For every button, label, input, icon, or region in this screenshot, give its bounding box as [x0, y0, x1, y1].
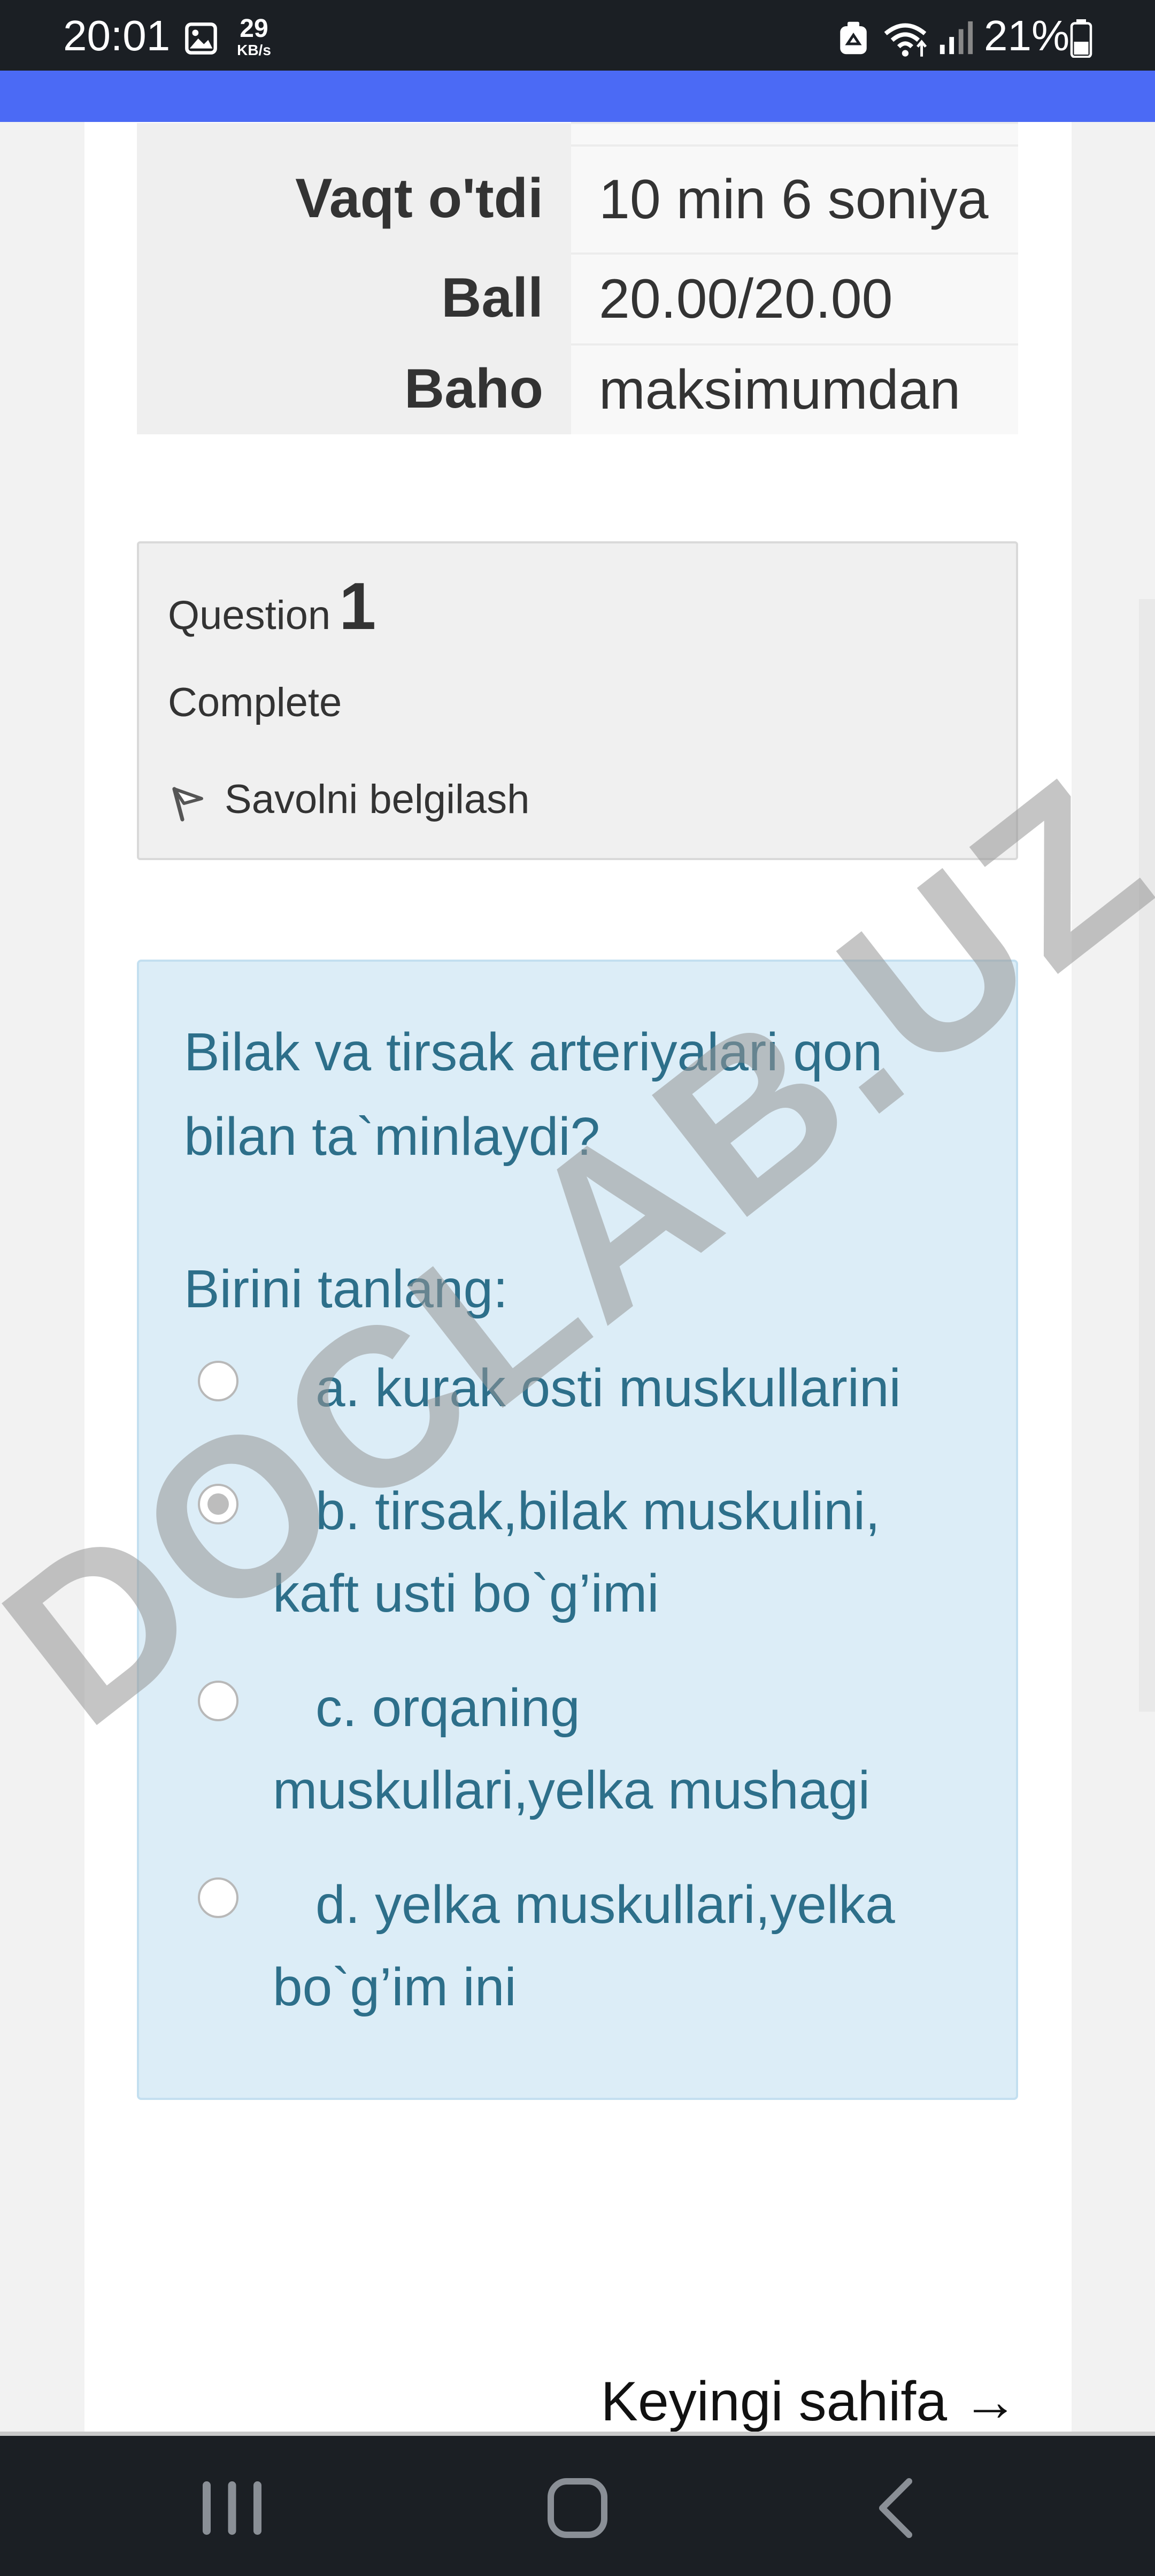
summary-label: Ball — [137, 254, 571, 344]
wifi-icon — [882, 18, 931, 59]
table-row: Baho maksimumdan — [137, 344, 1018, 434]
summary-label: Vaqt o'tdi — [137, 145, 571, 254]
question-word: Question — [168, 593, 330, 638]
net-speed: 29 KB/s — [231, 16, 277, 58]
status-time: 20:01 — [63, 12, 170, 60]
answer-option-a[interactable]: a. kurak osti muskullarini — [198, 1347, 957, 1429]
radio-button-selected[interactable] — [198, 1484, 238, 1524]
summary-value: 10 min 6 soniya — [571, 145, 1018, 254]
flag-icon — [168, 784, 206, 823]
next-page-link[interactable]: Keyingi sahifa → — [601, 2364, 1018, 2439]
radio-button[interactable] — [198, 1877, 238, 1918]
answer-prompt: Birini tanlang: — [184, 1253, 508, 1325]
answer-option-d[interactable]: d. yelka muskullari,yelka bo`g’im ini — [198, 1864, 957, 2028]
flag-question-link[interactable]: Savolni belgilash — [168, 777, 529, 823]
question-content-box: Bilak va tirsak arteriyalari qon bilan t… — [137, 960, 1018, 2100]
net-speed-unit: KB/s — [231, 43, 277, 58]
table-row — [137, 123, 1018, 145]
radio-button[interactable] — [198, 1361, 238, 1401]
answer-label: b. tirsak,bilak muskulini, kaft usti bo`… — [273, 1470, 957, 1635]
status-bar: 20:01 29 KB/s 21% — [0, 0, 1155, 71]
answer-option-b[interactable]: b. tirsak,bilak muskulini, kaft usti bo`… — [198, 1470, 957, 1635]
answer-label: c. orqaning muskullari,yelka mushagi — [273, 1667, 957, 1831]
recycle-icon — [838, 20, 868, 56]
battery-icon — [1069, 19, 1093, 58]
question-info-box: Question1 Complete Savolni belgilash — [137, 541, 1018, 860]
signal-icon — [937, 19, 974, 58]
attempt-summary-table: Vaqt o'tdi 10 min 6 soniya Ball 20.00/20… — [137, 122, 1018, 434]
answer-label: d. yelka muskullari,yelka bo`g’im ini — [273, 1864, 957, 2028]
question-state: Complete — [168, 683, 342, 723]
question-text: Bilak va tirsak arteriyalari qon bilan t… — [184, 1010, 954, 1179]
answer-option-c[interactable]: c. orqaning muskullari,yelka mushagi — [198, 1667, 957, 1831]
radio-button[interactable] — [198, 1681, 238, 1721]
question-number: Question1 — [168, 573, 376, 640]
battery-percent: 21% — [984, 12, 1069, 60]
flag-question-label: Savolni belgilash — [225, 779, 529, 820]
table-row: Vaqt o'tdi 10 min 6 soniya — [137, 145, 1018, 254]
summary-value: maksimumdan — [571, 344, 1018, 434]
answer-label: a. kurak osti muskullarini — [273, 1347, 957, 1429]
home-icon[interactable] — [540, 2473, 615, 2543]
app-header — [0, 71, 1155, 122]
recent-apps-icon[interactable] — [195, 2473, 270, 2543]
system-navigation-bar — [0, 2432, 1155, 2576]
summary-label: Baho — [137, 344, 571, 434]
table-row: Ball 20.00/20.00 — [137, 254, 1018, 344]
scrollbar[interactable] — [1139, 599, 1155, 1712]
summary-value: 20.00/20.00 — [571, 254, 1018, 344]
question-number-value: 1 — [339, 570, 376, 643]
gallery-icon — [184, 21, 218, 56]
back-icon[interactable] — [861, 2473, 936, 2543]
net-speed-value: 29 — [231, 16, 277, 42]
